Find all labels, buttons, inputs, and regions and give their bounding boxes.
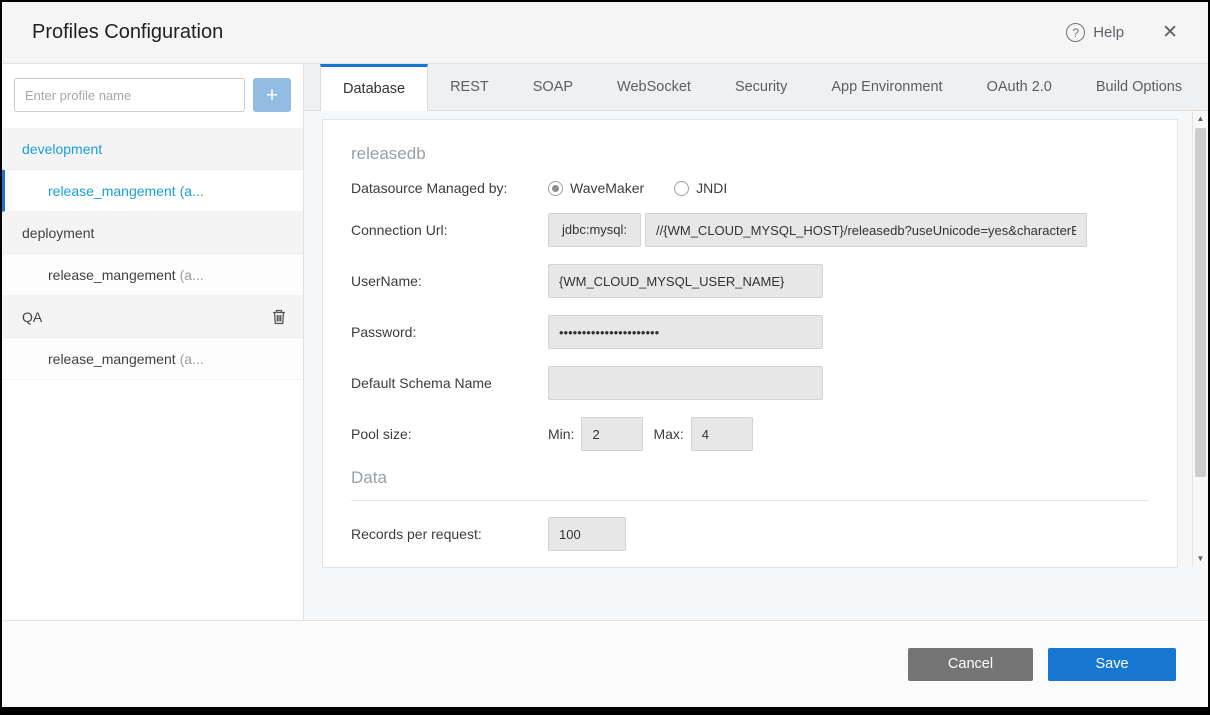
connection-url-input[interactable]	[645, 213, 1087, 247]
password-label: Password:	[351, 324, 548, 340]
database-form-card: releasedb Datasource Managed by: WaveMak…	[322, 119, 1178, 568]
profile-list: development release_mangement (a... depl…	[2, 128, 303, 380]
profiles-configuration-dialog: Profiles Configuration ? Help ✕ + develo…	[2, 2, 1208, 707]
radio-jndi[interactable]: JNDI	[674, 180, 727, 196]
sidebar-item-release-mangement-deploy[interactable]: release_mangement (a...	[2, 254, 303, 296]
radio-wavemaker-label: WaveMaker	[570, 180, 644, 196]
tab-websocket[interactable]: WebSocket	[595, 64, 713, 110]
main-panel: Database REST SOAP WebSocket Security Ap…	[304, 64, 1208, 620]
service-label: release_mangement	[48, 351, 176, 367]
schema-input[interactable]	[548, 366, 823, 400]
tab-database[interactable]: Database	[320, 64, 428, 111]
tab-content: releasedb Datasource Managed by: WaveMak…	[304, 111, 1208, 620]
pool-min-input[interactable]	[581, 417, 643, 451]
service-label-suffix: (a...	[180, 351, 204, 367]
profile-add-row: +	[2, 64, 303, 128]
profile-label: development	[22, 141, 102, 157]
section-title-data: Data	[351, 468, 1149, 501]
sidebar-item-deployment[interactable]: deployment	[2, 212, 303, 254]
pool-size-label: Pool size:	[351, 426, 548, 442]
tab-bar: Database REST SOAP WebSocket Security Ap…	[304, 64, 1208, 111]
pool-size-row: Pool size: Min: Max:	[351, 417, 1149, 451]
dialog-footer: Cancel Save	[2, 620, 1208, 707]
records-per-request-input[interactable]	[548, 517, 626, 551]
connection-url-group: jdbc:mysql:	[548, 213, 1087, 247]
pool-max-input[interactable]	[691, 417, 753, 451]
records-per-request-row: Records per request:	[351, 517, 1149, 551]
help-label: Help	[1093, 24, 1124, 41]
datasource-row: Datasource Managed by: WaveMaker JNDI	[351, 180, 1149, 196]
close-icon[interactable]: ✕	[1162, 23, 1178, 42]
datasource-label: Datasource Managed by:	[351, 180, 548, 196]
service-label-suffix: (a...	[180, 267, 204, 283]
schema-row: Default Schema Name	[351, 366, 1149, 400]
section-title-releasedb: releasedb	[351, 144, 1149, 180]
service-label: release_mangement	[48, 267, 176, 283]
radio-jndi-icon	[674, 181, 689, 196]
scrollbar-thumb[interactable]	[1195, 128, 1206, 477]
profile-name-input[interactable]	[14, 78, 245, 112]
sidebar-item-qa[interactable]: QA	[2, 296, 303, 338]
service-label: release_mangement	[48, 183, 176, 199]
delete-profile-icon[interactable]	[271, 308, 287, 326]
username-label: UserName:	[351, 273, 548, 289]
help-icon: ?	[1066, 23, 1085, 42]
tab-oauth[interactable]: OAuth 2.0	[965, 64, 1074, 110]
profile-label: deployment	[22, 225, 94, 241]
radio-jndi-label: JNDI	[696, 180, 727, 196]
schema-label: Default Schema Name	[351, 375, 548, 391]
tab-app-environment[interactable]: App Environment	[809, 64, 964, 110]
tab-rest[interactable]: REST	[428, 64, 511, 110]
records-per-request-label: Records per request:	[351, 526, 548, 542]
radio-wavemaker[interactable]: WaveMaker	[548, 180, 644, 196]
username-input[interactable]	[548, 264, 823, 298]
username-row: UserName:	[351, 264, 1149, 298]
dialog-body: + development release_mangement (a... de…	[2, 64, 1208, 620]
cancel-button[interactable]: Cancel	[908, 648, 1033, 681]
vertical-scrollbar[interactable]: ▲ ▼	[1192, 111, 1208, 566]
password-row: Password:	[351, 315, 1149, 349]
scroll-up-icon[interactable]: ▲	[1193, 111, 1208, 126]
radio-wavemaker-icon	[548, 181, 563, 196]
dialog-header: Profiles Configuration ? Help ✕	[2, 2, 1208, 64]
save-button[interactable]: Save	[1048, 648, 1176, 681]
profile-label: QA	[22, 309, 42, 325]
help-button[interactable]: ? Help	[1066, 23, 1124, 42]
tab-soap[interactable]: SOAP	[511, 64, 595, 110]
sidebar-item-development[interactable]: development	[2, 128, 303, 170]
sidebar-item-release-mangement-dev[interactable]: release_mangement (a...	[2, 170, 303, 212]
datasource-radio-group: WaveMaker JNDI	[548, 180, 727, 196]
scroll-down-icon[interactable]: ▼	[1193, 551, 1208, 566]
pool-max-label: Max:	[653, 426, 683, 442]
sidebar-item-release-mangement-qa[interactable]: release_mangement (a...	[2, 338, 303, 380]
page-title: Profiles Configuration	[32, 21, 1066, 44]
password-input[interactable]	[548, 315, 823, 349]
connection-url-row: Connection Url: jdbc:mysql:	[351, 213, 1149, 247]
connection-url-prefix: jdbc:mysql:	[548, 213, 641, 247]
pool-min-label: Min:	[548, 426, 574, 442]
tab-build-options[interactable]: Build Options	[1074, 64, 1204, 110]
profiles-sidebar: + development release_mangement (a... de…	[2, 64, 304, 620]
connection-url-label: Connection Url:	[351, 222, 548, 238]
service-label-suffix: (a...	[180, 183, 204, 199]
tab-security[interactable]: Security	[713, 64, 809, 110]
scrollbar-track[interactable]	[1193, 126, 1208, 551]
add-profile-button[interactable]: +	[253, 78, 291, 112]
